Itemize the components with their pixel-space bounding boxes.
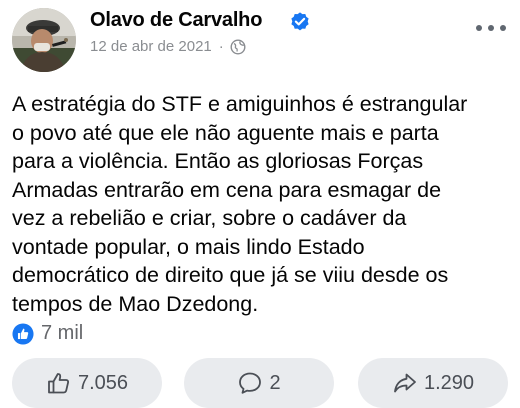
avatar-image [12, 8, 76, 72]
like-count: 7.056 [77, 371, 129, 394]
share-button[interactable]: 1.290 [358, 358, 508, 408]
globe-icon [230, 38, 246, 55]
post-date[interactable]: 12 de abr de 2021 [90, 38, 212, 55]
comment-bubble-icon [239, 372, 262, 394]
post-text-line: para a violência. Então as gloriosas For… [12, 149, 424, 173]
share-count: 1.290 [423, 371, 475, 394]
more-options-button[interactable] [476, 22, 506, 34]
author-avatar[interactable] [12, 8, 76, 72]
more-dot-icon [488, 25, 494, 31]
like-reaction-icon [12, 322, 34, 345]
facebook-post: Olavo de Carvalho 12 de abr de 2021 · A … [0, 0, 520, 408]
like-button[interactable]: 7.056 [12, 358, 162, 408]
more-dot-icon [500, 25, 506, 31]
more-dot-icon [476, 25, 482, 31]
thumbs-up-icon [48, 373, 69, 394]
post-text-line: o povo até que ele não aguente mais e pa… [12, 120, 439, 145]
post-text: A estratégia do STF e amiguinhos é estra… [12, 90, 512, 318]
post-text-line: A estratégia do STF e amiguinhos é estra… [12, 92, 468, 116]
meta-separator: · [218, 38, 224, 55]
author-name[interactable]: Olavo de Carvalho [90, 9, 262, 32]
post-meta: 12 de abr de 2021 · [90, 38, 246, 55]
reactions-summary[interactable]: 7 mil [12, 322, 83, 345]
post-text-line: vez a rebelião e criar, sobre o cadáver … [12, 206, 407, 230]
post-text-line: Armadas entrarão em cena para esmagar de [12, 177, 442, 202]
post-text-line: vontade popular, o mais lindo Estado [12, 234, 365, 259]
post-actions-bar: 7.056 2 1.290 [0, 356, 520, 408]
comment-button[interactable]: 2 [184, 358, 334, 408]
share-arrow-icon [394, 373, 416, 393]
post-text-line: tempos de Mao Dzedong. [12, 291, 259, 316]
reactions-count: 7 mil [41, 322, 84, 344]
post-text-line: democrático de direito que já se viiu de… [12, 263, 449, 287]
verified-badge-icon [291, 12, 309, 31]
comment-count: 2 [269, 371, 281, 394]
